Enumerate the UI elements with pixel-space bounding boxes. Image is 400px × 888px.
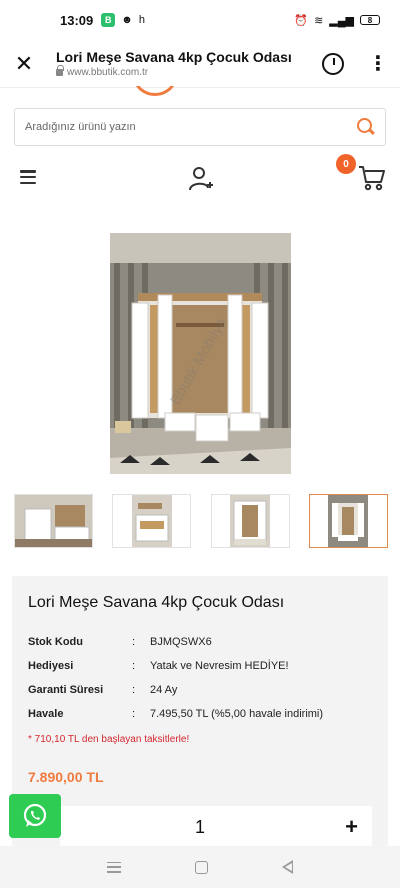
- spec-row: Havale : 7.495,50 TL (%5,00 havale indir…: [28, 702, 372, 726]
- battery-icon: 8: [360, 15, 380, 25]
- hamburger-menu-icon[interactable]: [20, 170, 36, 184]
- quantity-plus-button[interactable]: +: [345, 814, 358, 840]
- system-icons: ⏰ ≋ ▂▄▆ 8: [294, 14, 380, 27]
- spec-row: Garanti Süresi : 24 Ay: [28, 678, 372, 702]
- page-title: Lori Meşe Savana 4kp Çocuk Odası: [56, 49, 292, 65]
- notification-icons: B ☻ h: [101, 13, 145, 27]
- thumbnail-1[interactable]: [14, 494, 93, 548]
- search-icon[interactable]: [357, 118, 375, 136]
- product-main-image[interactable]: Bbutik Mobilya: [110, 233, 291, 474]
- product-title: Lori Meşe Savana 4kp Çocuk Odası: [28, 594, 285, 611]
- android-nav-bar: [0, 846, 400, 888]
- close-icon[interactable]: ✕: [12, 51, 36, 76]
- snapchat-icon: ☻: [121, 14, 133, 26]
- spec-value: BJMQSWX6: [150, 636, 212, 648]
- whatsapp-button[interactable]: [9, 794, 61, 838]
- spec-row: Stok Kodu : BJMQSWX6: [28, 630, 372, 654]
- home-icon[interactable]: [195, 860, 208, 874]
- cart-button[interactable]: 0: [336, 154, 388, 198]
- url-line: www.bbutik.com.tr: [56, 65, 292, 78]
- thumbnail-4[interactable]: [308, 494, 388, 548]
- site-logo[interactable]: [133, 86, 273, 98]
- spec-value: Yatak ve Nevresim HEDİYE!: [150, 660, 289, 672]
- spec-separator: :: [132, 660, 136, 672]
- url-text: www.bbutik.com.tr: [67, 67, 149, 78]
- notification-h-icon: h: [138, 14, 145, 26]
- site-nav-row: 0: [0, 154, 400, 202]
- spec-separator: :: [132, 636, 136, 648]
- logo-ring-icon: [133, 86, 177, 96]
- spec-value: 7.495,50 TL (%5,00 havale indirimi): [150, 708, 324, 720]
- installment-note: * 710,10 TL den başlayan taksitlerle!: [28, 734, 190, 745]
- spec-value: 24 Ay: [150, 684, 178, 696]
- spec-separator: :: [132, 684, 136, 696]
- spec-separator: :: [132, 708, 136, 720]
- back-icon[interactable]: [282, 860, 293, 874]
- url-block[interactable]: Lori Meşe Savana 4kp Çocuk Odası www.bbu…: [56, 49, 292, 78]
- alarm-icon: ⏰: [294, 14, 309, 27]
- thumbnail-2[interactable]: [112, 494, 192, 548]
- cart-icon: [359, 166, 385, 191]
- status-time: 13:09: [60, 12, 94, 28]
- app-notification-icon: B: [101, 13, 116, 27]
- browser-toolbar: ✕ Lori Meşe Savana 4kp Çocuk Odası www.b…: [0, 40, 400, 88]
- status-bar: 13:09 B ☻ h ⏰ ≋ ▂▄▆ 8: [0, 0, 400, 40]
- product-price: 7.890,00 TL: [28, 769, 104, 785]
- lock-icon: [56, 65, 64, 76]
- thumbnail-3[interactable]: [210, 494, 290, 548]
- search-input[interactable]: Aradığınız ürünü yazın: [14, 108, 386, 146]
- signal-icon: ▂▄▆: [329, 14, 354, 27]
- user-add-icon[interactable]: [188, 166, 214, 192]
- quantity-stepper[interactable]: 1 +: [60, 806, 372, 848]
- cart-count-badge: 0: [336, 154, 356, 174]
- spec-row: Hediyesi : Yatak ve Nevresim HEDİYE!: [28, 654, 372, 678]
- quantity-value[interactable]: 1: [195, 817, 205, 838]
- wifi-icon: ≋: [314, 14, 324, 27]
- timer-icon[interactable]: [322, 52, 344, 75]
- search-placeholder: Aradığınız ürünü yazın: [25, 121, 136, 133]
- thumbnail-strip: [14, 494, 388, 548]
- spec-label: Garanti Süresi: [28, 684, 104, 696]
- spec-label: Stok Kodu: [28, 636, 83, 648]
- more-options-icon[interactable]: ⋮: [368, 54, 388, 74]
- spec-label: Hediyesi: [28, 660, 74, 672]
- spec-label: Havale: [28, 708, 64, 720]
- whatsapp-icon: [23, 803, 47, 827]
- recent-apps-icon[interactable]: [107, 861, 121, 873]
